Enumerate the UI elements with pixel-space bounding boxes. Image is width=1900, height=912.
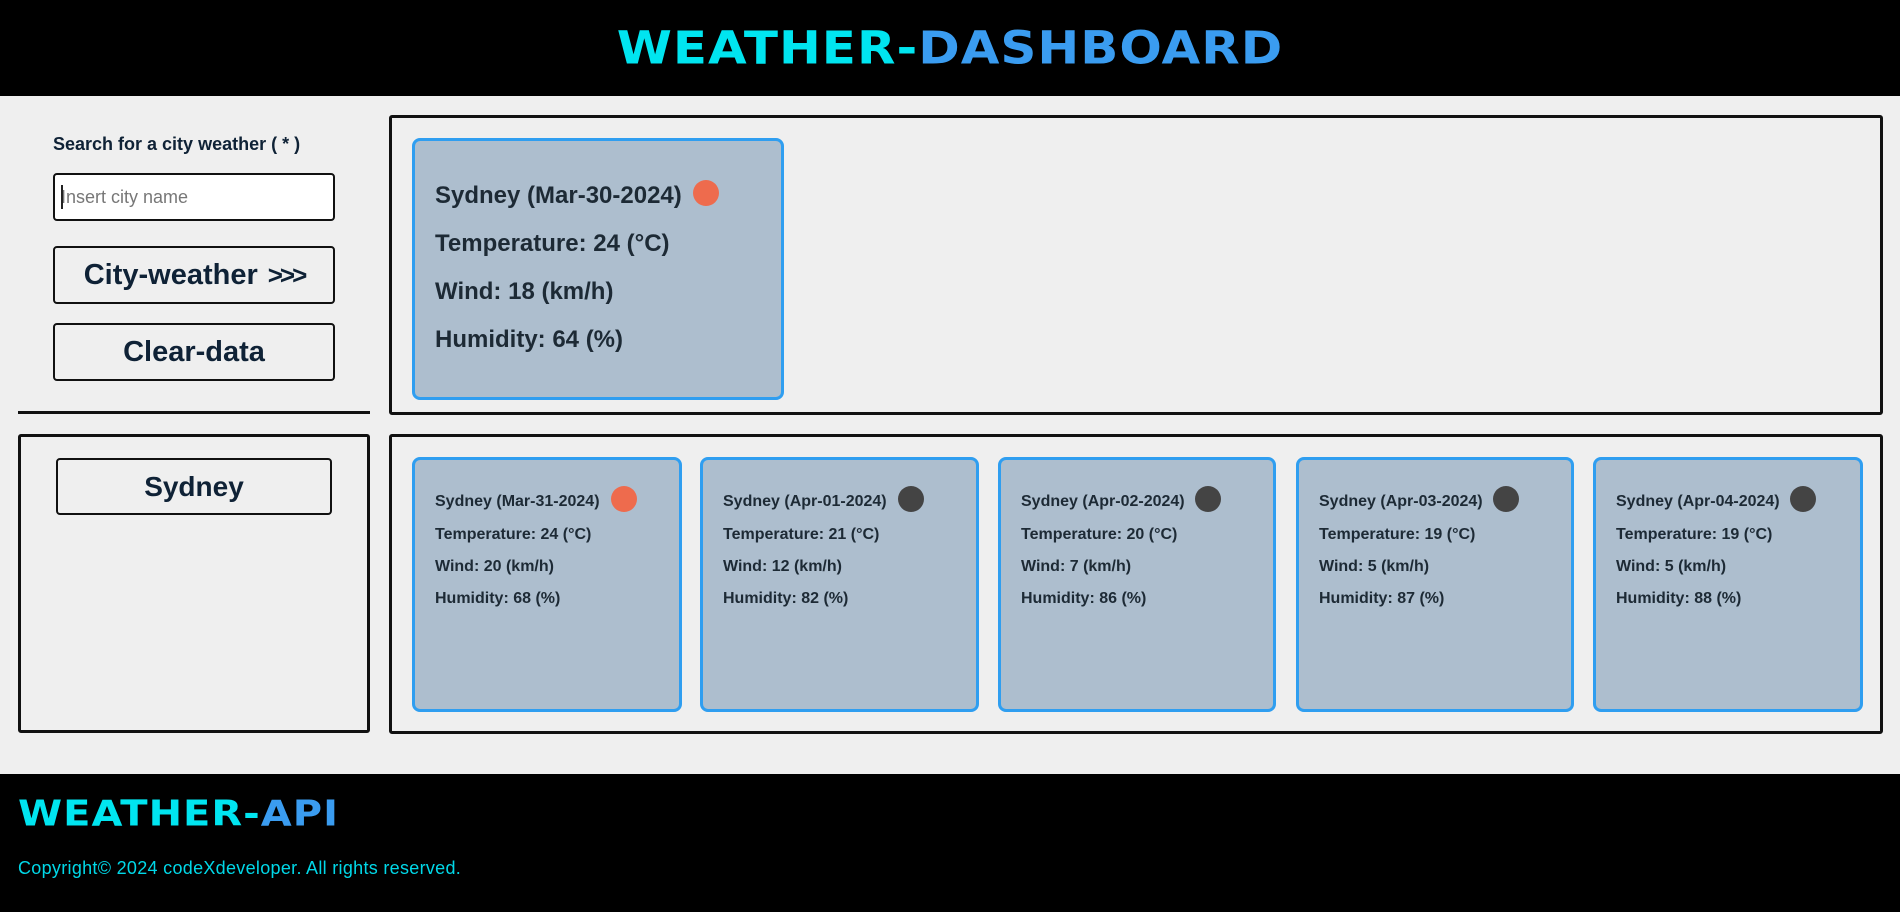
forecast-title: Sydney (Apr-01-2024) — [723, 493, 887, 510]
clear-data-button[interactable]: Clear-data — [53, 323, 335, 381]
forecast-wind: Wind: 20 (km/h) — [435, 558, 554, 575]
forecast-temperature: Temperature: 20 (°C) — [1021, 526, 1178, 543]
forecast-humidity: Humidity: 68 (%) — [435, 590, 561, 607]
weather-icon — [1493, 486, 1519, 512]
current-temperature: Temperature: 24 (°C) — [435, 230, 670, 257]
forecast-title: Sydney (Apr-02-2024) — [1021, 493, 1185, 510]
city-search-input[interactable] — [53, 173, 335, 221]
site-title-part1: WEATHER- — [616, 21, 919, 75]
forecast-card: Sydney (Apr-01-2024) Temperature: 21 (°C… — [700, 457, 979, 712]
chevrons-right-icon: >>> — [267, 259, 308, 290]
forecast-wind: Wind: 5 (km/h) — [1319, 558, 1430, 575]
forecast-title: Sydney (Apr-03-2024) — [1319, 493, 1483, 510]
weather-icon — [1790, 486, 1816, 512]
weather-icon — [693, 180, 719, 206]
forecast-temperature: Temperature: 24 (°C) — [435, 526, 592, 543]
weather-icon — [898, 486, 924, 512]
forecast-temperature: Temperature: 19 (°C) — [1616, 526, 1773, 543]
forecast-card: Sydney (Apr-04-2024) Temperature: 19 (°C… — [1593, 457, 1863, 712]
site-header: WEATHER-DASHBOARD — [0, 0, 1900, 96]
current-weather-title: Sydney (Mar-30-2024) — [435, 182, 682, 209]
forecast-temperature: Temperature: 21 (°C) — [723, 526, 880, 543]
city-weather-button[interactable]: City-weather >>> — [53, 246, 335, 304]
forecast-humidity: Humidity: 86 (%) — [1021, 590, 1147, 607]
footer-title-part2: API — [260, 793, 339, 835]
forecast-card: Sydney (Mar-31-2024) Temperature: 24 (°C… — [412, 457, 682, 712]
search-label: Search for a city weather ( * ) — [53, 134, 301, 154]
footer-title: WEATHER-API — [18, 796, 339, 832]
current-weather-card: Sydney (Mar-30-2024) Temperature: 24 (°C… — [412, 138, 784, 400]
current-humidity: Humidity: 64 (%) — [435, 326, 624, 353]
forecast-card: Sydney (Apr-03-2024) Temperature: 19 (°C… — [1296, 457, 1574, 712]
current-wind: Wind: 18 (km/h) — [435, 278, 614, 305]
search-panel: Search for a city weather ( * ) City-wea… — [18, 114, 370, 412]
forecast-panel: Sydney (Mar-31-2024) Temperature: 24 (°C… — [389, 434, 1883, 734]
footer-title-part1: WEATHER- — [18, 793, 261, 835]
history-item-sydney[interactable]: Sydney — [56, 458, 332, 515]
forecast-humidity: Humidity: 82 (%) — [723, 590, 849, 607]
forecast-title: Sydney (Mar-31-2024) — [435, 493, 600, 510]
forecast-wind: Wind: 5 (km/h) — [1616, 558, 1727, 575]
current-weather-panel: Sydney (Mar-30-2024) Temperature: 24 (°C… — [389, 115, 1883, 415]
forecast-humidity: Humidity: 87 (%) — [1319, 590, 1445, 607]
site-footer: WEATHER-API Copyright© 2024 codeXdevelop… — [0, 774, 1900, 912]
city-weather-button-label: City-weather — [83, 258, 258, 291]
search-history-panel: Sydney — [18, 434, 370, 733]
copyright-text: Copyright© 2024 codeXdeveloper. All righ… — [18, 858, 462, 878]
forecast-wind: Wind: 12 (km/h) — [723, 558, 842, 575]
forecast-title: Sydney (Apr-04-2024) — [1616, 493, 1780, 510]
forecast-card: Sydney (Apr-02-2024) Temperature: 20 (°C… — [998, 457, 1276, 712]
panel-divider — [18, 411, 370, 414]
weather-icon — [611, 486, 637, 512]
weather-icon — [1195, 486, 1221, 512]
site-title-part2: DASHBOARD — [918, 21, 1284, 75]
text-caret — [61, 185, 63, 209]
forecast-temperature: Temperature: 19 (°C) — [1319, 526, 1476, 543]
forecast-wind: Wind: 7 (km/h) — [1021, 558, 1132, 575]
site-title: WEATHER-DASHBOARD — [617, 25, 1284, 71]
forecast-humidity: Humidity: 88 (%) — [1616, 590, 1742, 607]
